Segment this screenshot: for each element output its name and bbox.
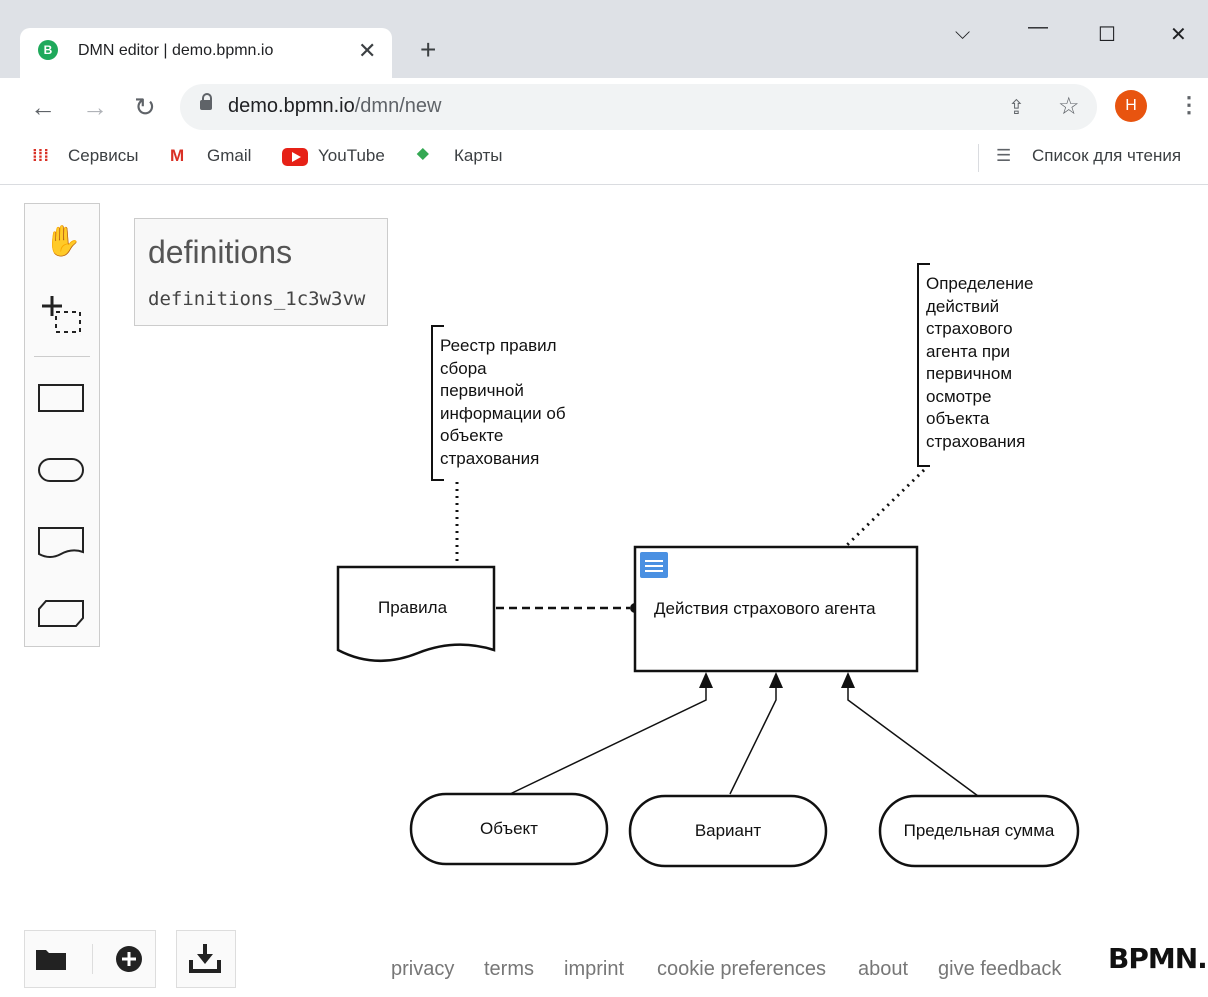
annotation-right-line: осмотре xyxy=(926,386,992,406)
file-divider xyxy=(92,944,93,974)
info-requirement-3 xyxy=(847,686,979,797)
footer-link-feedback[interactable]: give feedback xyxy=(938,958,1061,981)
annotation-right-line: страхового xyxy=(926,319,1013,338)
input-object-label[interactable]: Объект xyxy=(411,819,607,839)
annotation-left-line: первичной xyxy=(440,381,524,400)
decision-label[interactable]: Действия страхового агента xyxy=(654,599,876,619)
input-variant-label[interactable]: Вариант xyxy=(630,821,826,841)
association-right xyxy=(844,468,926,548)
open-folder-icon[interactable] xyxy=(34,944,70,974)
info-requirement-2 xyxy=(729,686,777,795)
annotation-right-line: первичном xyxy=(926,364,1013,383)
annotation-left-line: объекте xyxy=(440,426,504,445)
footer-link-privacy[interactable]: privacy xyxy=(391,958,454,981)
footer-link-cookies[interactable]: cookie preferences xyxy=(657,958,826,981)
footer-link-about[interactable]: about xyxy=(858,958,908,981)
footer-link-imprint[interactable]: imprint xyxy=(564,958,624,981)
annotation-right[interactable]: Определение действий страхового агента п… xyxy=(926,273,1034,453)
annotation-left-line: страхования xyxy=(440,448,540,468)
knowledge-source-label[interactable]: Правила xyxy=(378,598,447,618)
footer-link-terms[interactable]: terms xyxy=(484,958,534,981)
annotation-left-line: сбора xyxy=(440,358,487,378)
annotation-left[interactable]: Реестр правил сбора первичной информации… xyxy=(440,335,566,470)
annotation-right-line: агента при xyxy=(926,341,1011,361)
download-icon[interactable] xyxy=(188,940,222,974)
bpmn-io-logo[interactable]: BPMN.iO xyxy=(1108,942,1208,975)
annotation-right-line: страхования xyxy=(926,431,1026,451)
annotation-left-line: Реестр правил xyxy=(440,336,557,355)
info-requirement-1 xyxy=(509,686,707,795)
dmn-canvas[interactable] xyxy=(0,0,1208,997)
annotation-right-line: действий xyxy=(926,296,1000,316)
input-limit-label[interactable]: Предельная сумма xyxy=(880,821,1078,841)
annotation-left-line: информации об xyxy=(440,403,566,423)
annotation-right-line: объекта xyxy=(926,409,990,428)
annotation-right-line: Определение xyxy=(926,274,1034,293)
new-diagram-icon[interactable] xyxy=(114,944,144,974)
